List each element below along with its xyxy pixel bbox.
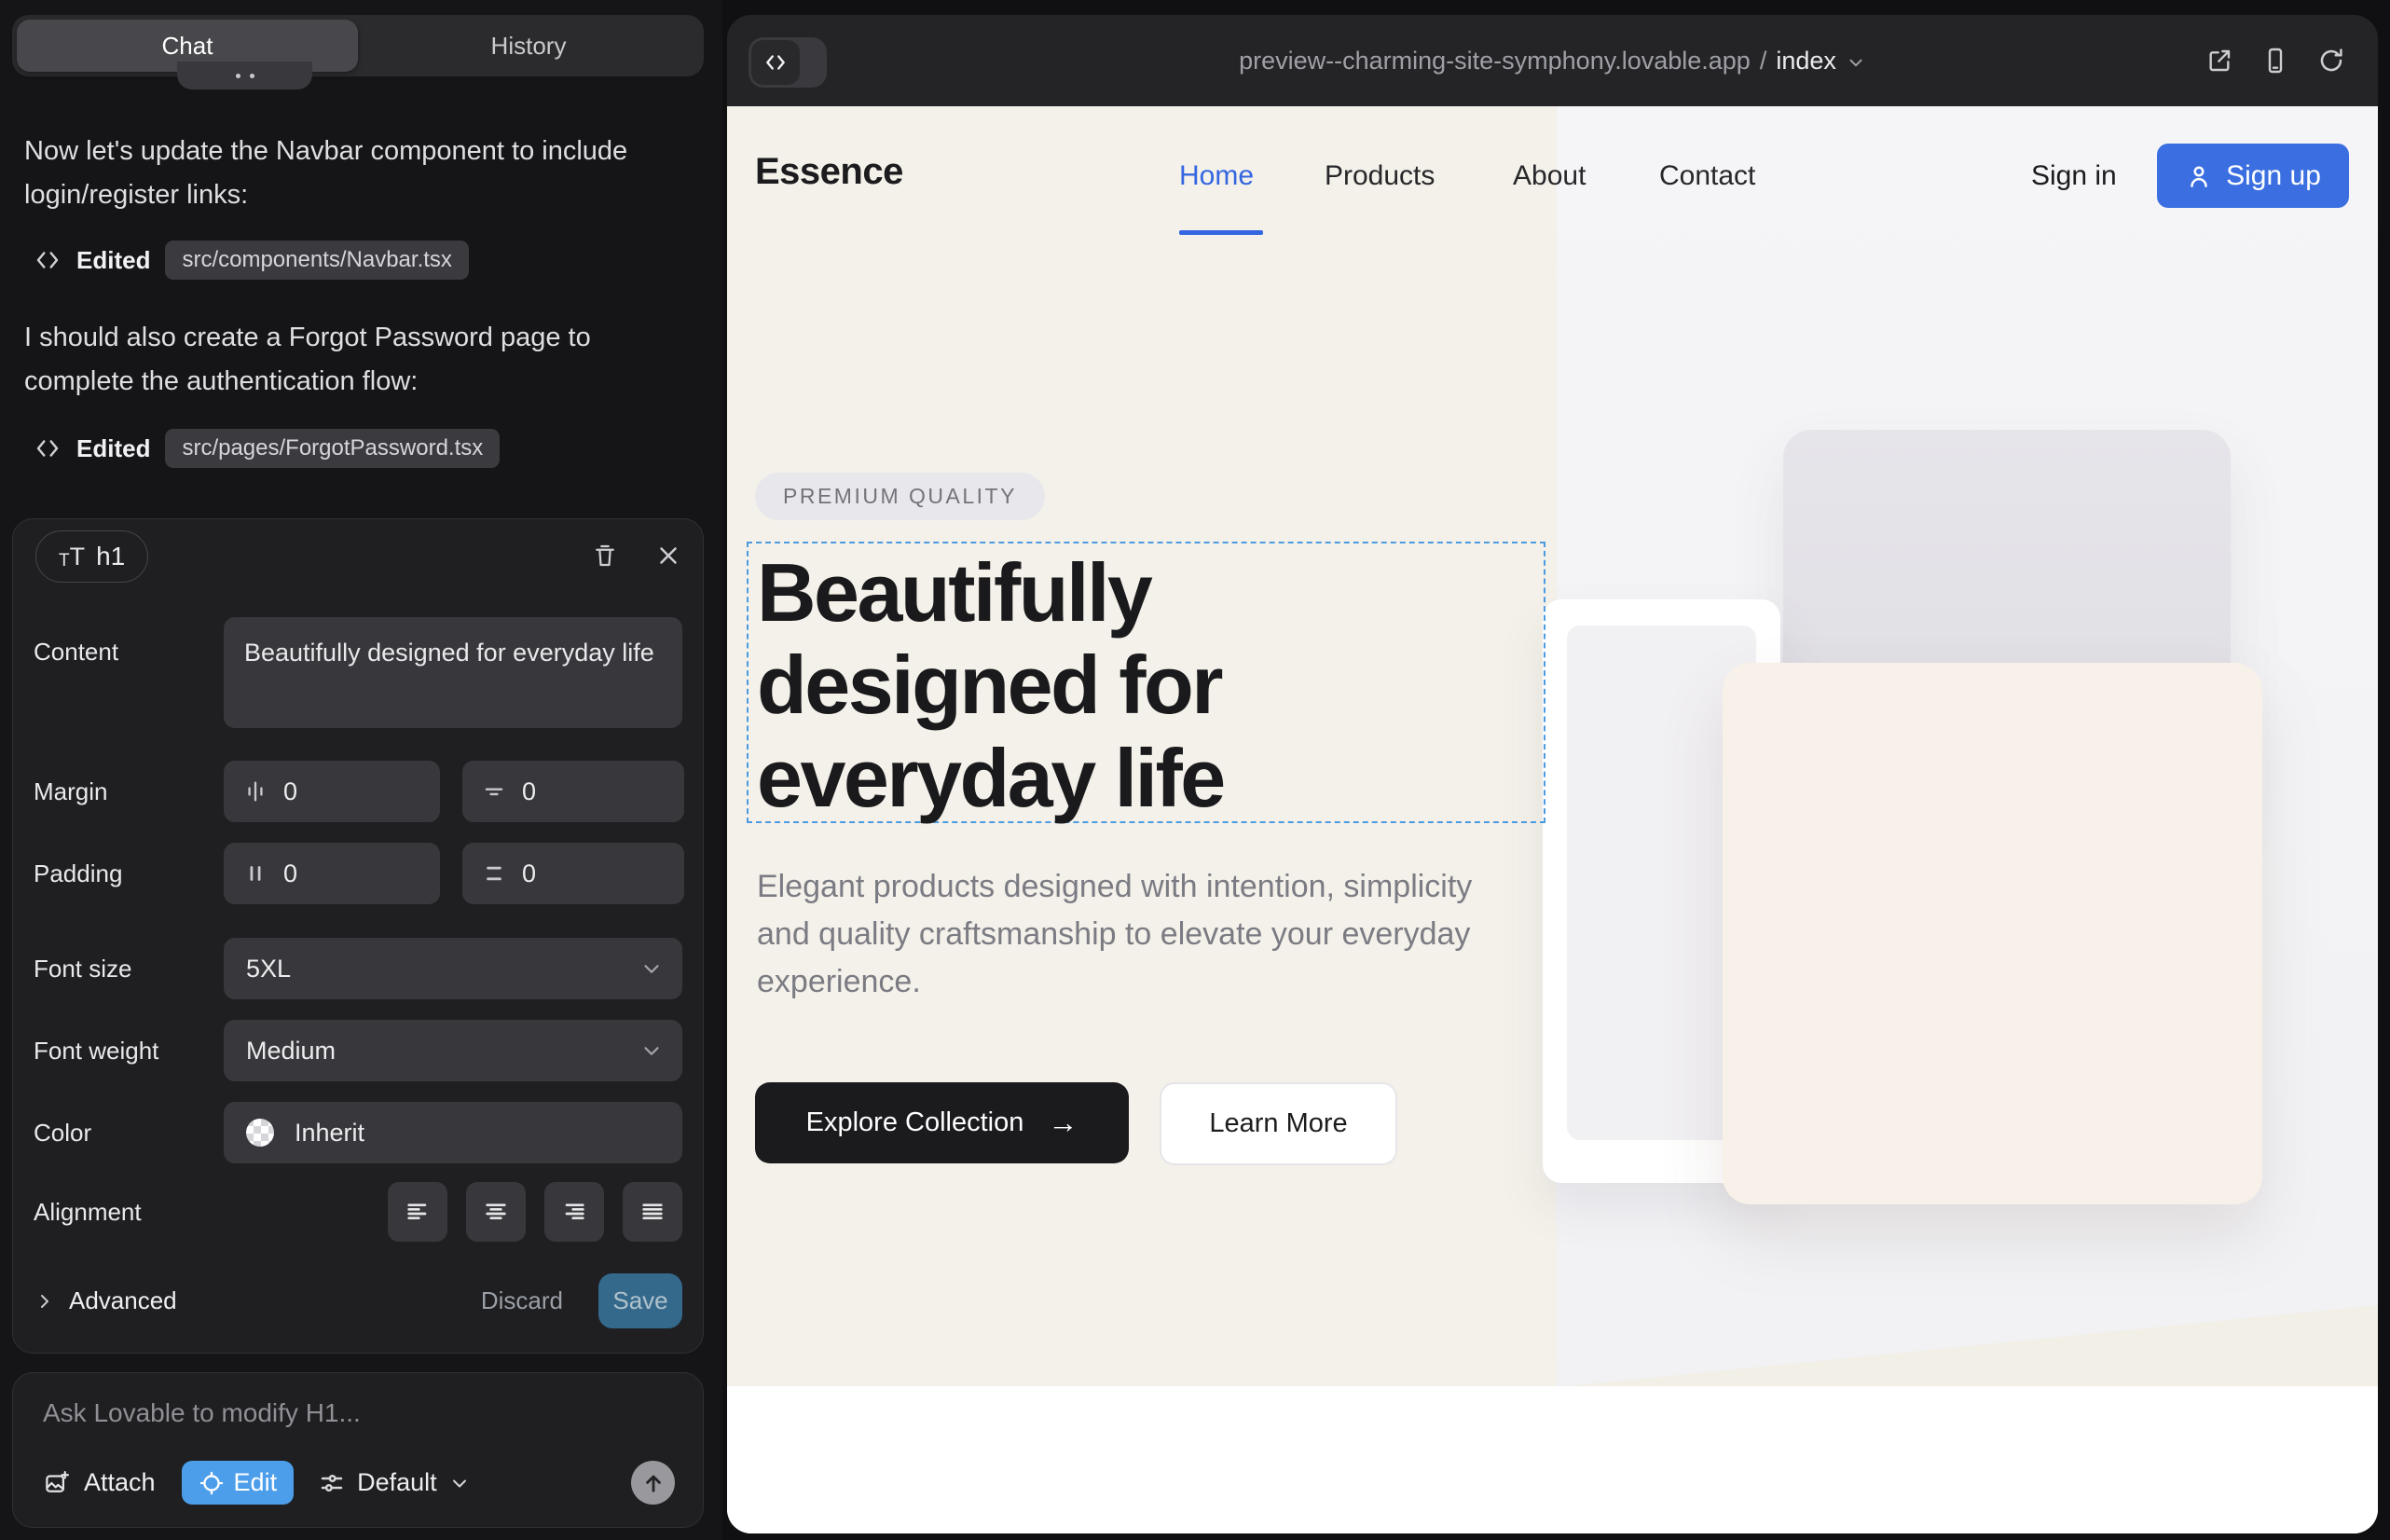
- edited-file-chip[interactable]: src/pages/ForgotPassword.tsx: [165, 429, 500, 468]
- sign-in-link[interactable]: Sign in: [2031, 160, 2117, 192]
- chevron-right-icon: [34, 1290, 56, 1313]
- align-left-button[interactable]: [388, 1182, 447, 1242]
- chevron-down-icon: [639, 1038, 664, 1063]
- padding-y-input[interactable]: 0: [462, 843, 684, 904]
- discard-button[interactable]: Discard: [481, 1286, 563, 1315]
- attach-image-icon: [43, 1469, 71, 1497]
- margin-horizontal-icon: [242, 778, 268, 804]
- target-icon: [199, 1470, 225, 1496]
- learn-more-button[interactable]: Learn More: [1160, 1082, 1397, 1165]
- content-label: Content: [34, 617, 224, 667]
- attach-button[interactable]: Attach: [43, 1468, 156, 1497]
- app-window: Chat History Now let's update the Navbar…: [0, 0, 2390, 1540]
- nav-link-products[interactable]: Products: [1325, 160, 1435, 192]
- scrolled-chip: [177, 62, 312, 89]
- close-editor-button[interactable]: [654, 542, 682, 570]
- mode-select[interactable]: Default: [318, 1468, 471, 1497]
- save-button[interactable]: Save: [598, 1273, 682, 1328]
- font-size-label: Font size: [34, 955, 224, 983]
- padding-horizontal-icon: [242, 860, 268, 887]
- color-label: Color: [34, 1119, 224, 1148]
- user-icon: [2185, 162, 2213, 190]
- sliders-icon: [318, 1469, 346, 1497]
- content-input[interactable]: Beautifully designed for everyday life: [224, 617, 682, 728]
- url-domain: preview--charming-site-symphony.lovable.…: [1239, 47, 1751, 76]
- chat-message: I should also create a Forgot Password p…: [24, 316, 667, 404]
- url-bar[interactable]: preview--charming-site-symphony.lovable.…: [727, 15, 2378, 106]
- hero-heading[interactable]: Beautifully designed for everyday life: [757, 546, 1224, 824]
- padding-x-input[interactable]: 0: [224, 843, 440, 904]
- selected-element-tag[interactable]: TT h1: [35, 530, 148, 583]
- padding-label: Padding: [34, 859, 224, 888]
- panel-tabs: Chat History: [12, 15, 704, 76]
- font-weight-label: Font weight: [34, 1037, 224, 1066]
- nav-link-home[interactable]: Home: [1179, 160, 1254, 192]
- explore-collection-button[interactable]: Explore Collection →: [755, 1082, 1129, 1163]
- site-logo[interactable]: Essence: [755, 151, 903, 193]
- padding-vertical-icon: [481, 860, 507, 887]
- code-icon: [34, 246, 62, 274]
- chevron-down-icon: [1846, 52, 1866, 73]
- nav-active-underline: [1179, 230, 1263, 235]
- site-navbar: Essence Home Products About Contact Sign…: [727, 106, 2378, 246]
- color-swatch: [246, 1119, 274, 1147]
- typography-icon: TT: [59, 544, 85, 570]
- edited-file-row: Edited src/components/Navbar.tsx: [34, 241, 469, 280]
- chevron-down-icon: [448, 1472, 471, 1494]
- open-external-icon[interactable]: [2205, 46, 2234, 76]
- preview-window: preview--charming-site-symphony.lovable.…: [727, 15, 2378, 1533]
- hero-card-cream: [1723, 663, 2262, 1204]
- font-weight-select[interactable]: Medium: [224, 1020, 682, 1081]
- section-below-hero: [727, 1386, 2378, 1533]
- url-page: index: [1776, 47, 1836, 76]
- nav-link-contact[interactable]: Contact: [1659, 160, 1755, 192]
- preview-topbar: preview--charming-site-symphony.lovable.…: [727, 15, 2378, 106]
- color-select[interactable]: Inherit: [224, 1102, 682, 1163]
- composer-input[interactable]: [43, 1390, 675, 1437]
- edited-file-row: Edited src/pages/ForgotPassword.tsx: [34, 429, 500, 468]
- align-justify-button[interactable]: [623, 1182, 682, 1242]
- edited-label: Edited: [76, 434, 150, 463]
- chat-message: Now let's update the Navbar component to…: [24, 130, 667, 217]
- margin-vertical-icon: [481, 778, 507, 804]
- element-editor-panel: TT h1 Content Beautifully designed for e…: [12, 518, 704, 1354]
- edited-label: Edited: [76, 246, 150, 275]
- premium-quality-badge: PREMIUM QUALITY: [755, 473, 1045, 520]
- sign-up-button[interactable]: Sign up: [2157, 144, 2349, 208]
- site-viewport: Essence Home Products About Contact Sign…: [727, 106, 2378, 1533]
- align-center-button[interactable]: [466, 1182, 526, 1242]
- hero-paragraph: Elegant products designed with intention…: [757, 863, 1512, 1006]
- chat-panel: Chat History Now let's update the Navbar…: [0, 0, 722, 1540]
- edited-file-chip[interactable]: src/components/Navbar.tsx: [165, 241, 468, 280]
- delete-element-button[interactable]: [591, 542, 619, 570]
- edit-mode-button[interactable]: Edit: [182, 1461, 295, 1505]
- arrow-right-icon: →: [1048, 1106, 1078, 1140]
- margin-y-input[interactable]: 0: [462, 761, 684, 822]
- advanced-toggle[interactable]: Advanced: [34, 1286, 177, 1315]
- tab-history[interactable]: History: [358, 20, 699, 72]
- align-right-button[interactable]: [544, 1182, 604, 1242]
- send-button[interactable]: [631, 1461, 675, 1505]
- chat-composer: Attach Edit Default: [12, 1372, 704, 1528]
- font-size-select[interactable]: 5XL: [224, 938, 682, 999]
- chevron-down-icon: [639, 956, 664, 981]
- alignment-label: Alignment: [34, 1198, 224, 1227]
- refresh-icon[interactable]: [2316, 46, 2346, 76]
- url-separator: /: [1760, 47, 1767, 76]
- margin-label: Margin: [34, 777, 224, 806]
- code-icon: [34, 434, 62, 462]
- nav-link-about[interactable]: About: [1513, 160, 1586, 192]
- mobile-view-icon[interactable]: [2260, 46, 2290, 76]
- margin-x-input[interactable]: 0: [224, 761, 440, 822]
